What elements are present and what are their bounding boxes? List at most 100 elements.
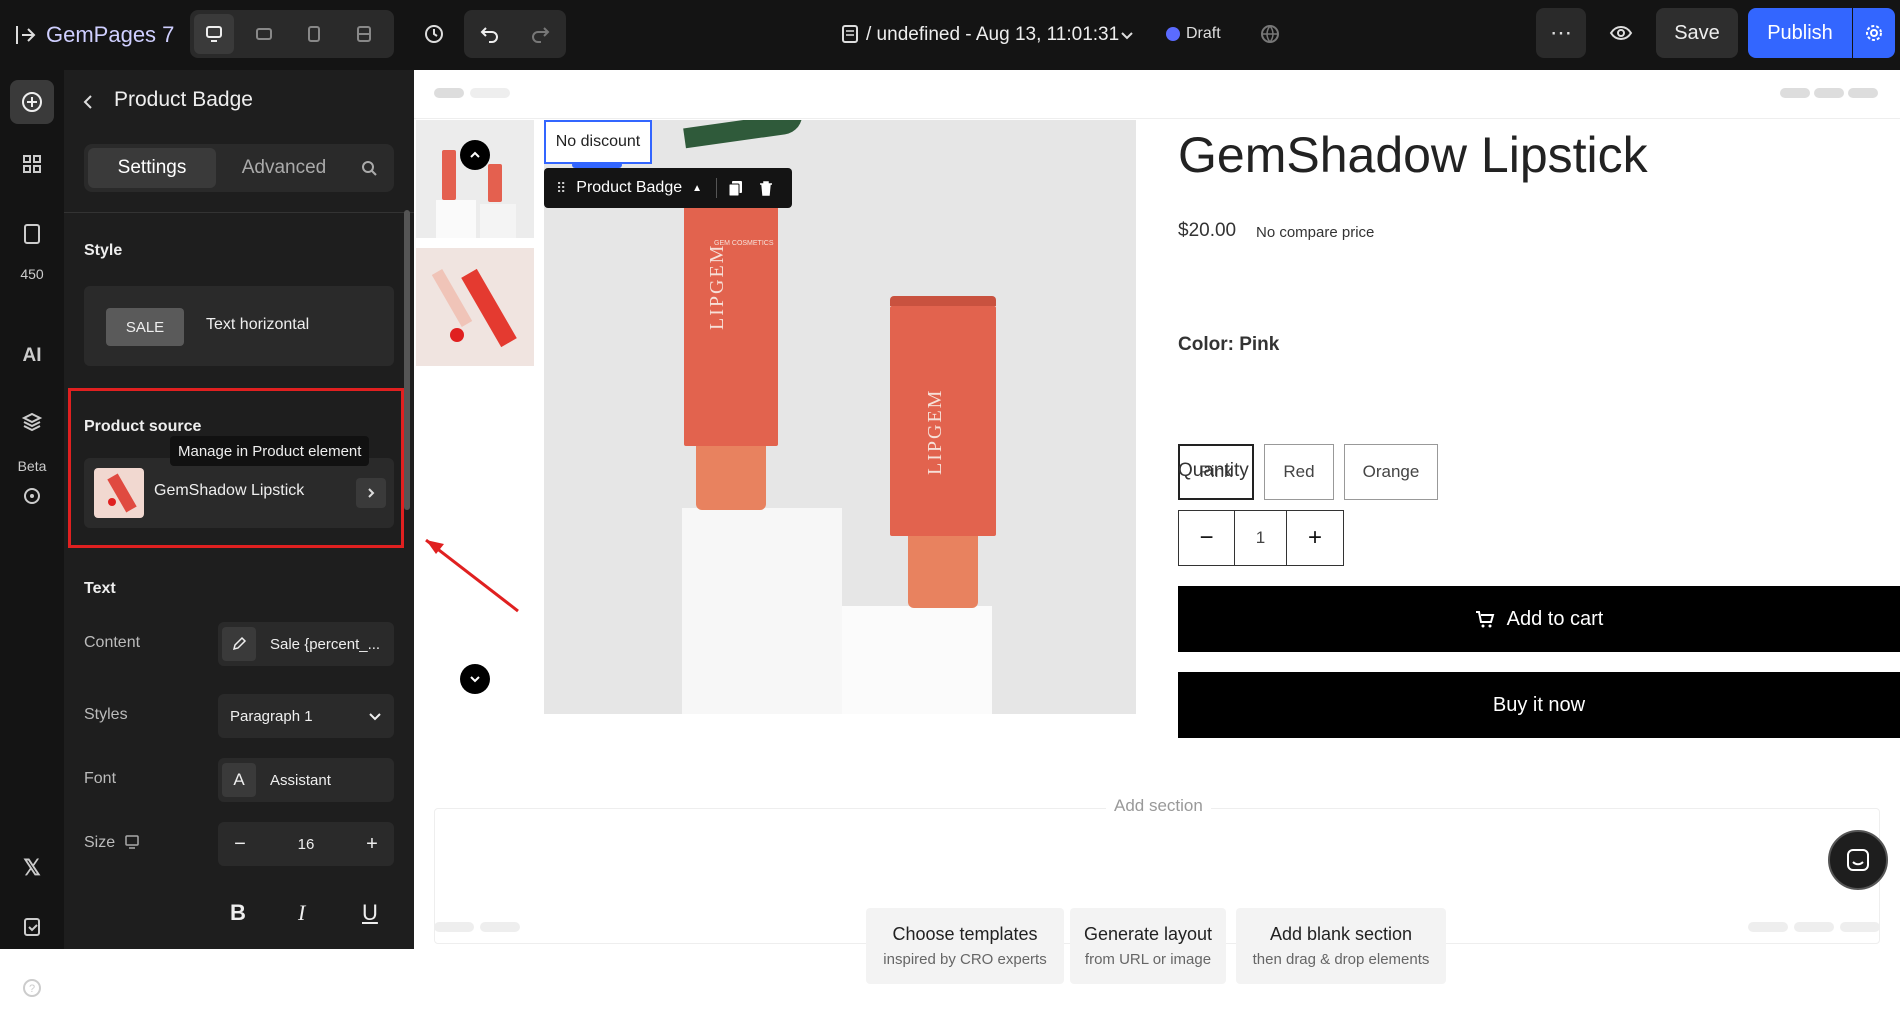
style-picker[interactable]: SALE Text horizontal [84, 286, 394, 366]
add-to-cart-button[interactable]: Add to cart [1178, 586, 1900, 652]
back-icon[interactable] [76, 90, 100, 114]
content-field[interactable]: Sale {percent_... [218, 622, 394, 666]
product-badge[interactable]: No discount [544, 120, 652, 164]
page-title[interactable]: / undefined - Aug 13, 11:01:31 [866, 20, 1119, 50]
status-badge: Draft [1166, 22, 1221, 46]
text-heading: Text [84, 580, 116, 597]
styles-select[interactable]: Paragraph 1 [218, 694, 394, 738]
drag-icon[interactable]: ⠿ [556, 180, 566, 197]
more-icon[interactable]: ⋯ [1536, 8, 1586, 58]
font-select[interactable]: A Assistant [218, 758, 394, 802]
card-title: Choose templates [892, 924, 1038, 944]
layers-icon[interactable] [10, 400, 54, 444]
desktop-icon[interactable] [194, 14, 234, 54]
tab-settings[interactable]: Settings [88, 148, 216, 188]
size-stepper: − 16 + [218, 822, 394, 866]
style-badge-preview: SALE [106, 308, 184, 346]
product-source-heading: Product source [84, 418, 202, 435]
card-subtitle: from URL or image [1084, 951, 1212, 968]
add-blank-section-card[interactable]: Add blank section then drag & drop eleme… [1236, 908, 1446, 984]
add-section-label: Add section [1106, 796, 1211, 816]
quantity-label: Quantity [1178, 460, 1249, 481]
panel-tabs: Settings Advanced [84, 144, 394, 192]
styles-value: Paragraph 1 [230, 707, 313, 725]
clipboard-icon[interactable] [10, 904, 54, 948]
underline-icon[interactable]: U [362, 900, 378, 926]
chat-icon[interactable] [1828, 830, 1888, 890]
settings-panel: Product Badge Settings Advanced Style SA… [64, 70, 414, 949]
responsive-icon[interactable] [344, 14, 384, 54]
duplicate-icon[interactable] [727, 179, 745, 197]
bold-icon[interactable]: B [230, 900, 246, 926]
toolbar-divider [716, 178, 718, 198]
content-value: Sale {percent_... [270, 635, 381, 653]
style-heading: Style [84, 242, 123, 259]
caret-up-icon[interactable]: ▲ [692, 183, 702, 194]
placeholder-bar [434, 922, 474, 932]
quantity-decrease-icon[interactable]: − [1179, 511, 1235, 565]
add-element-icon[interactable] [10, 80, 54, 124]
generate-layout-card[interactable]: Generate layout from URL or image [1070, 908, 1226, 984]
placeholder-bar [1848, 88, 1878, 98]
pages-icon[interactable] [10, 212, 54, 256]
undo-redo-group [464, 10, 566, 58]
publish-button[interactable]: Publish [1748, 8, 1852, 58]
variant-orange[interactable]: Orange [1344, 444, 1438, 500]
app-logo: GemPages 7 [46, 22, 175, 47]
content-label: Content [84, 634, 141, 651]
size-value[interactable]: 16 [262, 836, 350, 853]
search-icon[interactable] [354, 154, 384, 182]
status-dot [1166, 27, 1180, 41]
brand-small: GEM COSMETICS [714, 240, 774, 247]
history-icon[interactable] [414, 14, 454, 54]
product-thumbnail [94, 468, 144, 518]
redo-icon[interactable] [518, 14, 562, 54]
product-main-image[interactable]: LIPGEM GEM COSMETICS LIPGEM [544, 120, 1136, 714]
product-source-picker[interactable]: GemShadow Lipstick [84, 458, 394, 528]
theme-icon[interactable] [10, 474, 54, 518]
style-label: Text horizontal [206, 316, 310, 333]
brand-text: LIPGEM [706, 243, 728, 330]
card-subtitle: inspired by CRO experts [883, 951, 1047, 968]
cart-icon [1475, 609, 1495, 629]
choose-templates-card[interactable]: Choose templates inspired by CRO experts [866, 908, 1064, 984]
quantity-increase-icon[interactable]: + [1287, 511, 1343, 565]
card-title: Add blank section [1269, 924, 1413, 944]
x-icon[interactable]: 𝕏 [10, 846, 54, 890]
delete-icon[interactable] [757, 179, 775, 197]
apps-icon[interactable] [10, 142, 54, 186]
mobile-icon[interactable] [294, 14, 334, 54]
toolbar-label: Product Badge [576, 179, 683, 196]
chevron-right-icon[interactable] [356, 478, 386, 508]
chevron-down-icon [368, 709, 382, 723]
undo-icon[interactable] [468, 14, 512, 54]
publish-settings-icon[interactable] [1853, 8, 1895, 58]
decrease-icon[interactable]: − [218, 833, 262, 856]
chevron-down-icon[interactable] [1116, 24, 1138, 46]
panel-divider [64, 212, 414, 213]
quantity-stepper: − 1 + [1178, 510, 1344, 566]
status-label: Draft [1186, 25, 1221, 42]
chevron-down-icon[interactable] [460, 664, 490, 694]
compare-price: No compare price [1256, 224, 1375, 241]
panel-scrollbar[interactable] [404, 210, 410, 510]
exit-icon[interactable] [12, 22, 38, 48]
font-icon: A [222, 763, 256, 797]
variant-red[interactable]: Red [1264, 444, 1334, 500]
price: $20.00 [1178, 220, 1237, 241]
svg-text:?: ? [29, 983, 35, 995]
ai-icon[interactable]: AI [10, 334, 54, 378]
top-bar: GemPages 7 / undefined - Aug 13, 11:01:3… [0, 0, 1900, 70]
globe-icon[interactable] [1256, 20, 1284, 48]
increase-icon[interactable]: + [350, 833, 394, 856]
tab-advanced[interactable]: Advanced [220, 148, 348, 188]
quantity-value[interactable]: 1 [1235, 511, 1287, 565]
tablet-icon[interactable] [244, 14, 284, 54]
help-icon[interactable]: ? [10, 966, 54, 1010]
buy-now-button[interactable]: Buy it now [1178, 672, 1900, 738]
save-button[interactable]: Save [1656, 8, 1738, 58]
preview-icon[interactable] [1596, 8, 1646, 58]
beta-label: Beta [17, 458, 47, 474]
edit-icon [222, 627, 256, 661]
italic-icon[interactable]: I [298, 900, 305, 926]
